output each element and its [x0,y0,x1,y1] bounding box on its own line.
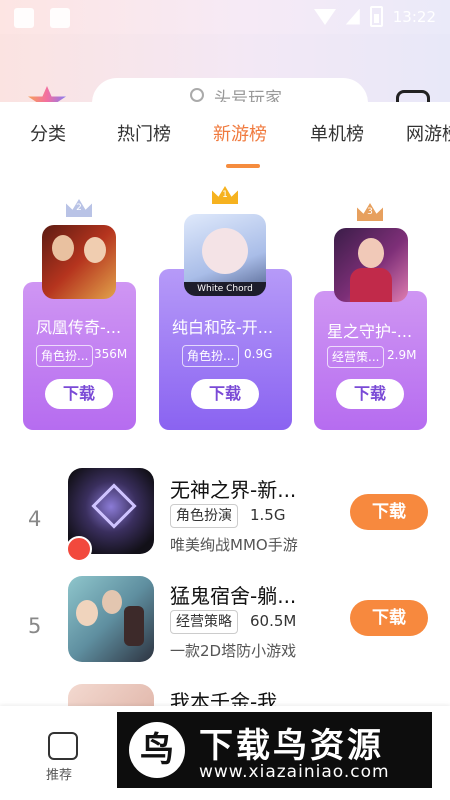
app-logo-icon[interactable] [28,86,66,102]
card-title: 凤凰传奇-... [36,318,122,337]
battery-icon [369,6,383,27]
app-icon-ghost-dorm[interactable] [68,576,154,662]
search-icon [190,88,204,102]
search-placeholder: 头号玩家 [214,89,282,102]
app-icon-white-chord[interactable]: White Chord [184,214,266,296]
wifi-icon [313,8,336,25]
list-item[interactable]: 5 猛鬼宿舍-躺... 经营策略 60.5M 一款2D塔防小游戏 下载 [0,574,450,678]
status-bar: 13:22 [0,0,450,34]
top3-card-2[interactable]: 凤凰传奇-... 角色扮... 356M 下载 [23,282,136,430]
card-tag: 角色扮... [182,345,240,367]
header: 头号玩家 [0,34,450,102]
search-input[interactable]: 头号玩家 [92,78,368,102]
app-icon-fenghuang[interactable] [42,225,116,299]
calendar-badge-icon [66,536,92,562]
icon-caption: White Chord [184,282,266,296]
ranking-tabs: 分类 热门榜 新游榜 单机榜 网游榜 [0,102,450,168]
tab-single-player[interactable]: 单机榜 [310,120,364,146]
card-size: 0.9G [244,347,273,361]
tab-new-games[interactable]: 新游榜 [213,120,267,146]
tab-category[interactable]: 分类 [30,120,66,146]
download-button[interactable]: 下载 [350,600,428,636]
rank-number: 4 [28,507,42,531]
row-tag: 经营策略 [170,610,238,634]
status-indicators: 13:22 [313,6,436,27]
row-title: 无神之界-新... [170,478,297,502]
card-size: 2.9M [387,348,417,362]
app-icon-star-guardian[interactable] [334,228,408,302]
download-button[interactable]: 下载 [350,494,428,530]
download-button[interactable]: 下载 [336,379,404,409]
row-desc: 一款2D塔防小游戏 [170,642,297,660]
gold-crown-icon: 1 [212,186,238,204]
tab-indicator [226,164,260,168]
clock: 13:22 [392,7,436,26]
watermark-logo: 鸟 [129,722,185,778]
list-item[interactable]: 4 无神之界-新... 角色扮演 1.5G 唯美绚战MMO手游 下载 [0,466,450,570]
row-tag: 角色扮演 [170,504,238,528]
card-tag: 经营策... [327,346,385,368]
card-size: 356M [94,347,128,361]
download-button[interactable]: 下载 [45,379,113,409]
nav-label-recommend[interactable]: 推荐 [46,764,72,783]
download-button[interactable]: 下载 [191,379,259,409]
card-tag: 角色扮... [36,345,94,367]
card-title: 星之守护-... [327,322,413,341]
card-title: 纯白和弦-开... [172,318,274,337]
top3-card-3[interactable]: 星之守护-... 经营策... 2.9M 下载 [314,291,427,430]
watermark-title: 下载鸟资源 [199,726,384,766]
rank-number: 5 [28,614,42,638]
tab-online-games[interactable]: 网游榜 [406,120,450,146]
row-size: 60.5M [250,612,297,630]
notification-icon [14,8,34,28]
watermark-url: www.xiazainiao.com [199,762,390,782]
row-desc: 唯美绚战MMO手游 [170,536,298,554]
signal-icon [345,8,360,25]
silver-crown-icon: 2 [66,199,92,217]
row-title: 猛鬼宿舍-躺... [170,584,297,608]
row-size: 1.5G [250,506,286,524]
tab-hot[interactable]: 热门榜 [117,120,171,146]
message-icon[interactable] [396,90,430,102]
recommend-icon[interactable] [48,732,78,760]
app-notification-icon [50,8,70,28]
watermark: 鸟 下载鸟资源 www.xiazainiao.com [117,712,432,788]
bronze-crown-icon: 3 [357,203,383,221]
